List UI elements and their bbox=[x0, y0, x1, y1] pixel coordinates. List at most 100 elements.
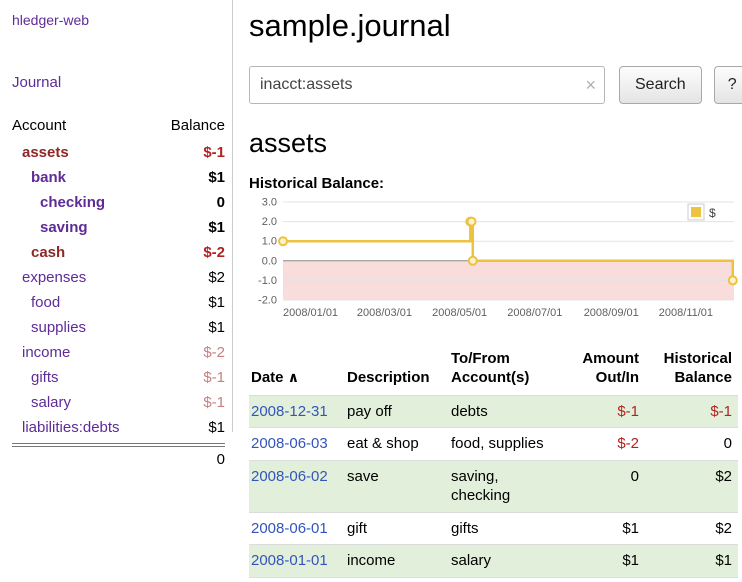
account-link[interactable]: income bbox=[12, 340, 70, 365]
account-balance: 0 bbox=[217, 190, 225, 215]
transaction-description: income bbox=[345, 545, 449, 578]
transaction-description: pay off bbox=[345, 395, 449, 428]
data-point-marker bbox=[468, 218, 476, 226]
balance-header-line2: Balance bbox=[647, 369, 732, 388]
x-tick-label: 2008/11/01 bbox=[659, 307, 713, 319]
account-row: liabilities:debts $1 bbox=[12, 415, 225, 440]
transaction-amount: $-2 bbox=[571, 428, 645, 461]
y-tick-label: -1.0 bbox=[258, 275, 277, 287]
chart-canvas: 3.02.01.00.0-1.0-2.02008/01/012008/03/01… bbox=[249, 196, 738, 330]
account-row: cash $-2 bbox=[12, 240, 225, 265]
register-header-row: Date ∧ Description To/From Account(s) Am… bbox=[249, 346, 738, 395]
account-row: expenses $2 bbox=[12, 265, 225, 290]
account-link[interactable]: expenses bbox=[12, 265, 86, 290]
register-header-amount: Amount Out/In bbox=[571, 346, 645, 395]
transaction-balance: $2 bbox=[645, 460, 738, 512]
chart-title: Historical Balance: bbox=[249, 175, 742, 192]
register-header-date[interactable]: Date ∧ bbox=[249, 346, 345, 395]
search-form: × Search ? bbox=[249, 66, 742, 104]
account-link[interactable]: assets bbox=[12, 140, 69, 165]
help-button[interactable]: ? bbox=[714, 66, 742, 104]
transaction-accounts: food, supplies bbox=[449, 428, 571, 461]
account-balance: $1 bbox=[208, 415, 225, 440]
account-balance: $1 bbox=[208, 315, 225, 340]
y-tick-label: 1.0 bbox=[262, 236, 277, 248]
search-input[interactable] bbox=[249, 66, 605, 104]
transaction-date-link[interactable]: 2008-06-01 bbox=[251, 520, 328, 537]
page-title: sample.journal bbox=[249, 8, 742, 44]
account-link[interactable]: liabilities:debts bbox=[12, 415, 120, 440]
x-tick-label: 2008/09/01 bbox=[584, 307, 639, 319]
transaction-description: save bbox=[345, 460, 449, 512]
transaction-balance: 0 bbox=[645, 428, 738, 461]
transaction-accounts: debts bbox=[449, 395, 571, 428]
brand-link[interactable]: hledger-web bbox=[12, 12, 225, 28]
transaction-accounts: salary bbox=[449, 545, 571, 578]
main-content: sample.journal × Search ? assets Histori… bbox=[233, 0, 742, 578]
x-tick-label: 2008/03/01 bbox=[357, 307, 412, 319]
account-link[interactable]: supplies bbox=[12, 315, 86, 340]
sidebar-item-journal[interactable]: Journal bbox=[12, 74, 225, 91]
x-tick-label: 2008/01/01 bbox=[283, 307, 338, 319]
legend-swatch bbox=[691, 207, 701, 217]
transaction-date-link[interactable]: 2008-06-02 bbox=[251, 468, 328, 485]
transaction-description: eat & shop bbox=[345, 428, 449, 461]
account-balance: $-2 bbox=[203, 340, 225, 365]
account-link[interactable]: food bbox=[12, 290, 60, 315]
clear-search-icon[interactable]: × bbox=[585, 76, 596, 94]
register-row: 2008-01-01incomesalary$1$1 bbox=[249, 545, 738, 578]
transaction-amount: $1 bbox=[571, 545, 645, 578]
transaction-date-link[interactable]: 2008-12-31 bbox=[251, 403, 328, 420]
account-balance: $2 bbox=[208, 265, 225, 290]
y-tick-label: 0.0 bbox=[262, 255, 277, 267]
account-row: income $-2 bbox=[12, 340, 225, 365]
register-row: 2008-06-02 savesaving, checking0$2 bbox=[249, 460, 738, 512]
accounts-header-line2: Account(s) bbox=[451, 369, 565, 388]
transaction-date-link[interactable]: 2008-01-01 bbox=[251, 552, 328, 569]
y-tick-label: 3.0 bbox=[262, 197, 277, 209]
register-row: 2008-06-01giftgifts$1$2 bbox=[249, 512, 738, 545]
account-link[interactable]: cash bbox=[12, 240, 65, 265]
transaction-accounts: gifts bbox=[449, 512, 571, 545]
account-balance: $-1 bbox=[203, 140, 225, 165]
account-balance: $-2 bbox=[203, 240, 225, 265]
sort-asc-icon: ∧ bbox=[288, 369, 299, 385]
account-link[interactable]: saving bbox=[12, 215, 88, 240]
register-header-balance: Historical Balance bbox=[645, 346, 738, 395]
data-point-marker bbox=[729, 276, 737, 284]
account-row: saving $1 bbox=[12, 215, 225, 240]
historical-balance-chart: 3.02.01.00.0-1.0-2.02008/01/012008/03/01… bbox=[249, 196, 742, 334]
account-balance: $1 bbox=[208, 290, 225, 315]
search-button[interactable]: Search bbox=[619, 66, 702, 104]
x-tick-label: 2008/07/01 bbox=[507, 307, 562, 319]
account-row: salary $-1 bbox=[12, 390, 225, 415]
amount-header-line1: Amount bbox=[573, 350, 639, 369]
accounts-total-value: 0 bbox=[217, 451, 225, 468]
account-row: bank $1 bbox=[12, 165, 225, 190]
account-balance: $-1 bbox=[203, 390, 225, 415]
transaction-date-link[interactable]: 2008-06-03 bbox=[251, 435, 328, 452]
account-row: assets $-1 bbox=[12, 140, 225, 165]
account-link[interactable]: checking bbox=[12, 190, 105, 215]
amount-header-line2: Out/In bbox=[573, 369, 639, 388]
account-link[interactable]: gifts bbox=[12, 365, 59, 390]
account-link[interactable]: bank bbox=[12, 165, 66, 190]
date-header-label: Date bbox=[251, 369, 284, 386]
y-tick-label: 2.0 bbox=[262, 216, 277, 228]
transaction-amount: 0 bbox=[571, 460, 645, 512]
data-point-marker bbox=[279, 237, 287, 245]
account-link[interactable]: salary bbox=[12, 390, 71, 415]
account-balance: $1 bbox=[208, 165, 225, 190]
transaction-amount: $-1 bbox=[571, 395, 645, 428]
account-balance: $1 bbox=[208, 215, 225, 240]
accounts-header: Account Balance bbox=[12, 117, 225, 140]
balance-header-line1: Historical bbox=[647, 350, 732, 369]
legend-label: $ bbox=[709, 206, 716, 220]
accounts-total-row: 0 bbox=[12, 443, 225, 472]
accounts-header-balance: Balance bbox=[171, 117, 225, 134]
accounts-list: assets$-1bank$1checking0saving$1cash$-2e… bbox=[12, 140, 225, 440]
transaction-balance: $-1 bbox=[645, 395, 738, 428]
register-header-description: Description bbox=[345, 346, 449, 395]
register-row: 2008-06-03 eat & shopfood, supplies$-20 bbox=[249, 428, 738, 461]
transaction-accounts: saving, checking bbox=[449, 460, 571, 512]
